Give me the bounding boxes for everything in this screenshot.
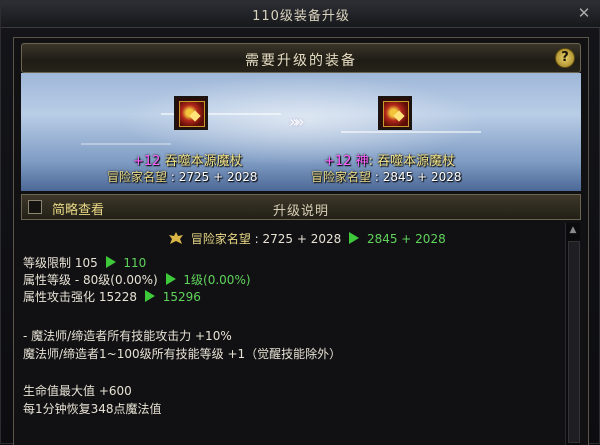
staff-icon: [383, 101, 409, 127]
target-item-reputation: 冒险家名望 : 2845 + 2028: [311, 170, 462, 184]
reputation-label: 冒险家名望: [190, 232, 251, 246]
level-label: 等级限制: [23, 256, 72, 270]
source-item-plus: +12: [133, 154, 161, 169]
target-item-plus: +12: [324, 154, 352, 169]
level-from: 105: [74, 256, 98, 270]
effect-line: - 魔法师/缔造者所有技能攻击力 +10%: [23, 329, 232, 343]
target-reputation-value: 2845 + 2028: [382, 170, 462, 184]
enhance-from: 15228: [98, 290, 138, 304]
level-to: 110: [123, 256, 147, 270]
reputation-to: 2845 + 2028: [366, 232, 446, 246]
scroll-thumb[interactable]: [568, 241, 580, 443]
close-icon[interactable]: ✕: [575, 4, 593, 22]
arrow-right-icon: [349, 232, 360, 244]
target-reputation-label: 冒险家名望: [311, 170, 372, 184]
reputation-change-row: 冒险家名望 : 2725 + 2028 2845 + 2028: [169, 230, 446, 247]
explain-scrollbar[interactable]: ▲: [565, 223, 580, 445]
target-item-prefix: 神: [355, 154, 369, 169]
effect-line: 每1分钟恢复348点魔法值: [23, 402, 162, 416]
reputation-crest-icon: [169, 232, 183, 244]
section-title: 需要升级的装备: [245, 53, 357, 69]
element-label: 属性等级: [23, 273, 72, 287]
enhance-to: 15296: [162, 290, 201, 304]
banner-light-streak: [81, 143, 171, 145]
title-bar[interactable]: 110级装备升级 ✕: [1, 1, 600, 28]
explain-title: 升级说明: [272, 204, 329, 219]
help-icon[interactable]: ?: [555, 48, 575, 68]
reputation-from: 2725 + 2028: [262, 232, 342, 246]
target-item-title: 吞噬本源魔杖: [377, 154, 456, 169]
arrow-right-icon: [165, 273, 176, 285]
source-item-icon[interactable]: [174, 96, 208, 130]
source-item-reputation: 冒险家名望 : 2725 + 2028: [107, 170, 258, 184]
effect-line: 生命值最大值 +600: [23, 384, 132, 398]
section-header: 需要升级的装备 ?: [21, 43, 581, 73]
upgrade-arrow-icon: »»: [289, 112, 304, 131]
effect-line: 魔法师/缔造者1~100级所有技能等级 +1（觉醒技能除外）: [23, 347, 342, 361]
window-title: 110级装备升级: [252, 9, 350, 24]
arrow-right-icon: [105, 256, 116, 268]
enhance-change-row: 属性攻击强化 15228 15296: [23, 288, 201, 305]
element-from: - 80级(0.00%): [74, 273, 158, 287]
source-item-name: +12 吞噬本源魔杖: [133, 150, 243, 169]
scroll-up-icon[interactable]: ▲: [568, 225, 578, 235]
source-reputation-value: 2725 + 2028: [178, 170, 258, 184]
arrow-right-icon: [144, 290, 155, 302]
source-reputation-label: 冒险家名望: [107, 170, 168, 184]
explain-content: 冒险家名望 : 2725 + 2028 2845 + 2028 等级限制 105…: [23, 223, 563, 445]
target-item-name: +12 神: 吞噬本源魔杖: [324, 154, 456, 169]
element-change-row: 属性等级 - 80级(0.00%) 1级(0.00%): [23, 271, 251, 288]
explain-bar: 简略查看 升级说明: [21, 194, 581, 220]
target-item-icon[interactable]: [378, 96, 412, 130]
enhance-label: 属性攻击强化: [23, 290, 96, 304]
banner-light-streak: [341, 131, 481, 133]
level-change-row: 等级限制 105 110: [23, 254, 146, 271]
upgrade-window: 110级装备升级 ✕ 需要升级的装备 ? »» +12 吞噬本源魔杖 冒险家名望…: [0, 0, 600, 445]
staff-icon: [179, 101, 205, 127]
element-to: 1级(0.00%): [183, 273, 251, 287]
equipment-banner: [21, 73, 581, 191]
source-item-title: 吞噬本源魔杖: [164, 154, 243, 169]
